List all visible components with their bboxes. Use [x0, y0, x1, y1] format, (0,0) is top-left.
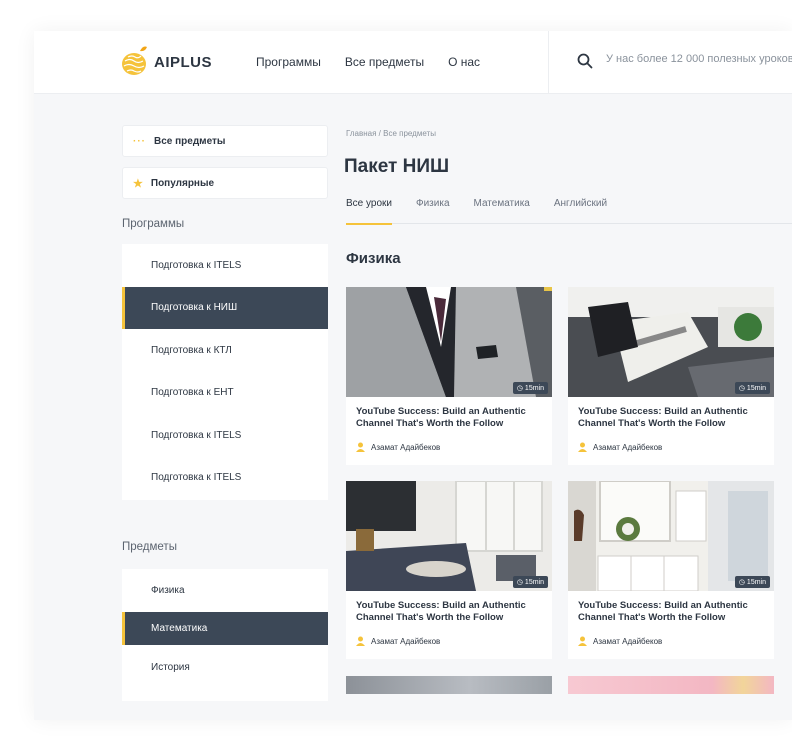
lesson-thumbnail: ◷ 15min: [568, 481, 774, 591]
lesson-author: Азамат Адайбеков: [578, 442, 662, 452]
tab-all-lessons[interactable]: Все уроки: [346, 198, 392, 225]
top-header: AIPLUS Программы Все предметы О нас: [34, 31, 792, 94]
lesson-thumbnail: ◷ 15min: [346, 481, 552, 591]
nav-about[interactable]: О нас: [448, 55, 480, 69]
breadcrumb[interactable]: Главная / Все предметы: [346, 129, 436, 138]
program-label: Подготовка к ITELS: [151, 429, 242, 441]
program-label: Подготовка к ITELS: [151, 259, 242, 271]
duration-badge: ◷ 15min: [734, 382, 770, 394]
star-icon: ★: [133, 177, 143, 190]
program-label: Подготовка к КТЛ: [151, 344, 232, 356]
duration-badge: ◷ 15min: [734, 576, 770, 588]
subject-item[interactable]: История: [122, 645, 328, 690]
programs-list: Подготовка к ITELS Подготовка к НИШ Подг…: [122, 244, 328, 500]
user-icon: [578, 636, 587, 646]
program-item[interactable]: Подготовка к ITELS: [122, 414, 328, 457]
programs-section-title: Программы: [122, 218, 185, 230]
lesson-title[interactable]: YouTube Success: Build an Authentic Chan…: [578, 406, 768, 430]
lesson-title[interactable]: YouTube Success: Build an Authentic Chan…: [356, 600, 546, 624]
tab-physics[interactable]: Физика: [416, 198, 450, 224]
duration-badge: ◷ 15min: [512, 576, 548, 588]
logo-text: AIPLUS: [154, 53, 213, 71]
header-divider: [548, 31, 549, 94]
program-item[interactable]: Подготовка к ЕНТ: [122, 372, 328, 415]
popular-label: Популярные: [150, 177, 215, 189]
program-label: Подготовка к ЕНТ: [151, 387, 234, 399]
subjects-section-title: Предметы: [122, 541, 177, 553]
lesson-card[interactable]: ◷ 15min YouTube Success: Build an Authent…: [568, 481, 774, 659]
all-subjects-button[interactable]: ··· Все предметы: [122, 125, 328, 157]
tab-english[interactable]: Английский: [554, 198, 607, 224]
author-name: Азамат Адайбеков: [371, 636, 441, 646]
app-window: AIPLUS Программы Все предметы О нас ··· …: [34, 31, 792, 720]
search-icon[interactable]: [577, 53, 593, 69]
program-label: Подготовка к ITELS: [151, 472, 242, 484]
lesson-title[interactable]: YouTube Success: Build an Authentic Chan…: [356, 406, 546, 430]
clock-icon: ◷: [738, 579, 745, 586]
lesson-card[interactable]: ◷ 15min YouTube Success: Build an Authent…: [346, 287, 552, 465]
user-icon: [356, 442, 365, 452]
subjects-list: Физика Математика История: [122, 569, 328, 701]
lesson-author: Азамат Адайбеков: [356, 442, 440, 452]
lesson-card-partial[interactable]: [346, 676, 552, 694]
all-subjects-label: Все предметы: [154, 135, 226, 147]
brain-logo-icon: [122, 46, 147, 75]
program-item[interactable]: Подготовка к ITELS: [122, 457, 328, 500]
tab-math[interactable]: Математика: [474, 198, 530, 224]
subject-tabs: Все уроки Физика Математика Английский: [346, 198, 792, 225]
subject-label: Математика: [151, 623, 208, 634]
nav-programs[interactable]: Программы: [256, 55, 321, 69]
program-item-active[interactable]: Подготовка к НИШ: [122, 286, 328, 329]
popular-button[interactable]: ★ Популярные: [122, 167, 328, 199]
user-icon: [578, 442, 587, 452]
lesson-author: Азамат Адайбеков: [356, 636, 440, 646]
author-name: Азамат Адайбеков: [371, 442, 441, 452]
lesson-card[interactable]: ◷ 15min YouTube Success: Build an Authent…: [346, 481, 552, 659]
search-input[interactable]: [606, 53, 792, 65]
user-icon: [356, 636, 365, 646]
lesson-title[interactable]: YouTube Success: Build an Authentic Chan…: [578, 600, 768, 624]
subject-label: Физика: [151, 585, 185, 596]
duration-text: 15min: [746, 578, 766, 586]
lesson-thumbnail: ◷ 15min: [568, 287, 774, 397]
subject-label: История: [151, 662, 190, 673]
program-item[interactable]: Подготовка к КТЛ: [122, 329, 328, 372]
duration-badge: ◷ 15min: [512, 382, 548, 394]
duration-text: 15min: [746, 384, 766, 392]
clock-icon: ◷: [516, 385, 523, 392]
lesson-author: Азамат Адайбеков: [578, 636, 662, 646]
lesson-card-partial[interactable]: [568, 676, 774, 694]
main-nav: Программы Все предметы О нас: [256, 55, 480, 69]
clock-icon: ◷: [738, 385, 745, 392]
page-title: Пакет НИШ: [344, 156, 450, 177]
nav-all-subjects[interactable]: Все предметы: [345, 55, 424, 69]
program-item[interactable]: Подготовка к ITELS: [122, 244, 328, 287]
duration-text: 15min: [524, 578, 544, 586]
logo[interactable]: AIPLUS: [120, 45, 212, 79]
category-title: Физика: [346, 250, 401, 267]
duration-text: 15min: [524, 384, 544, 392]
lesson-thumbnail: ◷ 15min: [346, 287, 552, 397]
subject-item-active[interactable]: Математика: [122, 612, 328, 645]
subject-item[interactable]: Физика: [122, 569, 328, 612]
lesson-card[interactable]: ◷ 15min YouTube Success: Build an Authent…: [568, 287, 774, 465]
clock-icon: ◷: [516, 579, 523, 586]
dots-icon: ···: [133, 135, 146, 147]
program-label: Подготовка к НИШ: [151, 302, 238, 314]
author-name: Азамат Адайбеков: [593, 442, 663, 452]
author-name: Азамат Адайбеков: [593, 636, 663, 646]
